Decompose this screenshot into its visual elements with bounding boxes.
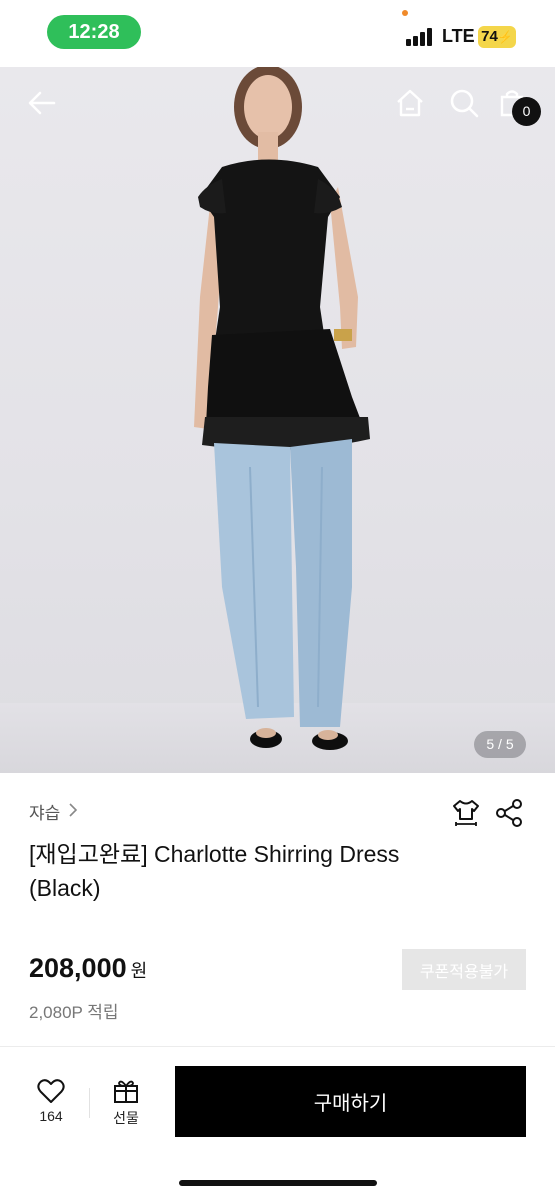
buy-button[interactable]: 구매하기 [175,1066,526,1137]
divider [0,1046,555,1047]
network-label: LTE [442,26,475,46]
heart-icon [37,1079,65,1103]
brand-link[interactable]: 쟈습 [29,799,60,824]
shirt-size-icon[interactable] [450,797,482,829]
price-currency: 원 [130,961,148,981]
home-indicator [179,1180,377,1186]
coupon-button[interactable]: 쿠폰적용불가 [402,949,526,990]
privacy-dot-icon [402,10,408,16]
battery-level: 74 [481,28,498,45]
like-count: 164 [39,1108,63,1124]
price-row: 208,000 원 [29,953,147,984]
signal-icon [406,28,436,46]
search-icon[interactable] [448,87,480,119]
reward-points: 2,080P 적립 [29,1003,119,1022]
like-button[interactable]: 164 [28,1078,74,1124]
bottom-divider [89,1088,90,1118]
gift-label: 선물 [113,1110,139,1126]
share-icon[interactable] [494,798,524,828]
product-image[interactable] [0,67,555,773]
status-time: 12:28 [47,15,141,49]
model-illustration [194,67,370,750]
product-price: 208,000 [29,953,127,983]
cart-count-badge[interactable]: 0 [512,97,541,126]
home-icon[interactable] [394,87,426,119]
gallery-page-indicator: 5 / 5 [474,731,526,758]
status-bar: 12:28 LTE 74⚡ [0,0,555,66]
chevron-right-icon[interactable] [66,801,80,819]
product-title: [재입고완료] Charlotte Shirring Dress (Black) [29,841,400,901]
back-arrow-icon[interactable] [26,87,58,119]
gift-button[interactable]: 선물 [103,1078,149,1128]
battery-icon: 74⚡ [478,26,516,48]
gift-icon [114,1080,138,1103]
